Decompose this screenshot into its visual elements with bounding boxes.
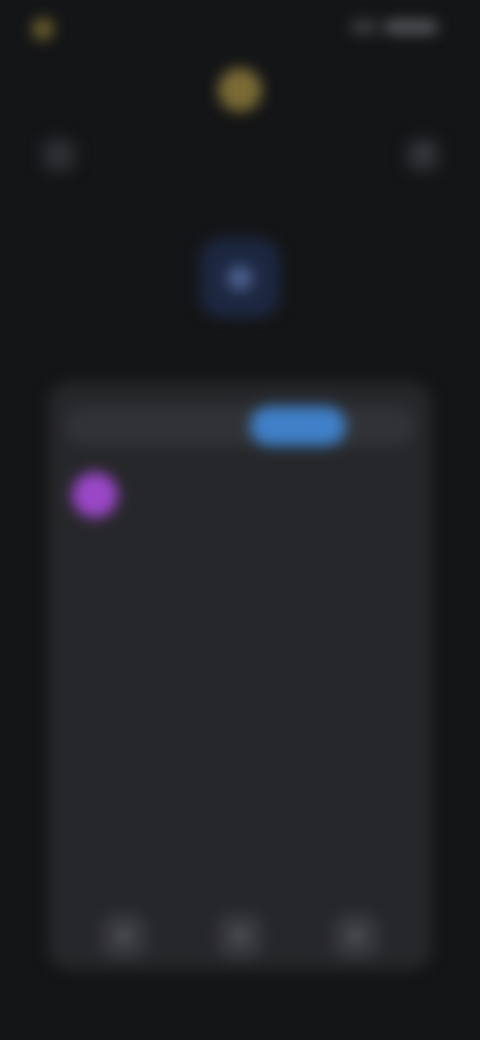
status-left <box>32 18 64 40</box>
list-item[interactable] <box>82 586 402 640</box>
list-item[interactable] <box>82 748 402 802</box>
contact-row[interactable] <box>72 470 412 520</box>
action-row: ● ● ● <box>48 914 432 958</box>
tab-2-active[interactable] <box>250 406 346 446</box>
action-3-icon[interactable]: ● <box>334 914 378 958</box>
action-1-icon[interactable]: ● <box>102 914 146 958</box>
tab-1[interactable] <box>78 406 228 446</box>
list-item[interactable] <box>82 694 402 748</box>
list-item[interactable] <box>82 532 402 586</box>
top-nav: ‹ ≡ <box>0 128 480 184</box>
app-logo-icon <box>32 18 54 40</box>
battery-icon <box>384 20 438 34</box>
back-icon[interactable]: ‹ <box>42 138 76 172</box>
user-icon <box>227 265 253 291</box>
list-item[interactable] <box>82 640 402 694</box>
brand-logo-icon <box>218 68 262 112</box>
status-right <box>350 20 444 34</box>
status-bar <box>0 0 480 56</box>
signal-icon <box>350 20 378 34</box>
hero-avatar[interactable] <box>200 238 280 318</box>
action-2-icon[interactable]: ● <box>218 914 262 958</box>
settings-list <box>82 532 402 802</box>
content-card: ● ● ● <box>48 382 432 970</box>
tab-bar <box>64 406 416 446</box>
contact-avatar <box>72 472 118 518</box>
menu-icon[interactable]: ≡ <box>406 138 440 172</box>
tab-3[interactable] <box>354 406 410 446</box>
blurred-screen: ‹ ≡ ● ● ● <box>0 0 480 1040</box>
